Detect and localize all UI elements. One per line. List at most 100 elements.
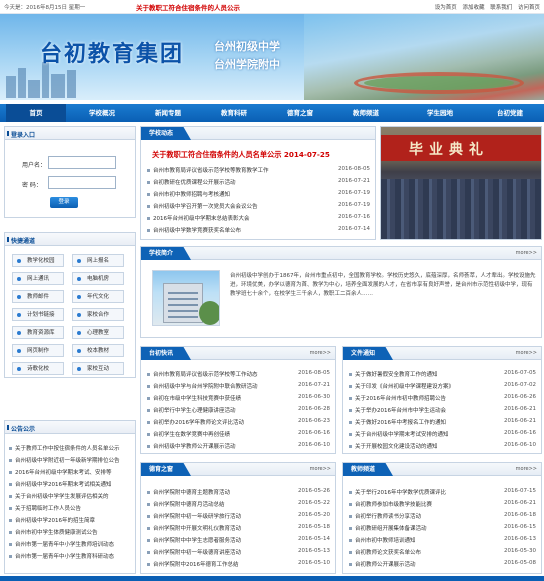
notice-item[interactable]: 台州初级中学2016年期末考试相关通知 [8, 480, 134, 490]
quicklink-3[interactable]: 电脑机房 [72, 272, 124, 285]
add-favorite-link[interactable]: 添加收藏 [462, 5, 484, 11]
notice-item[interactable]: 台州市第一届青年中小学生教育科研动态 [8, 552, 134, 562]
nav-school-overview[interactable]: 学校概况 [72, 104, 132, 122]
quicknews-item[interactable]: 台初举办2016学年教师论文评比活动 2016-06-23 [146, 418, 330, 428]
moral-item[interactable]: 台州学院附中中学生志愿者服务活动 2016-05-14 [146, 536, 330, 546]
login-header: 登录入口 [11, 132, 36, 139]
quicklink-5[interactable]: 年代文化 [72, 290, 124, 303]
moral-header: 德育之窗 [141, 463, 192, 476]
notice-item[interactable]: 台州初级中学2016年的招生简章 [8, 516, 134, 526]
quicknews-item[interactable]: 台州市教育局评议省级示范学校等工作动态 2016-08-05 [146, 370, 330, 380]
quicklink-8[interactable]: 教育资源库 [12, 326, 64, 339]
quicknews-item[interactable]: 台初举行中学生心理健康讲座活动 2016-06-28 [146, 406, 330, 416]
teacher-item[interactable]: 台初举行教师读书分享活动 2016-06-18 [348, 512, 536, 522]
password-input[interactable] [48, 176, 116, 189]
quicklink-6[interactable]: 计划书链接 [12, 308, 64, 321]
nav-moral[interactable]: 德育之窗 [270, 104, 330, 122]
quicknews-header: 台初快讯 [141, 347, 192, 360]
nav-news[interactable]: 新闻专题 [138, 104, 198, 122]
quicklink-9[interactable]: 心理教室 [72, 326, 124, 339]
visit-home-link[interactable]: 访问首页 [518, 5, 540, 11]
moral-item[interactable]: 台州学院附中2016年德育工作总结 2016-05-10 [146, 560, 330, 570]
news-item[interactable]: 台州初级中学召开第一次党员大会会议公告 2016-07-19 [146, 202, 370, 212]
quicknews-item[interactable]: 台初在市级中学生科技竞赛中获佳绩 2016-06-30 [146, 394, 330, 404]
footer-bar [0, 576, 544, 581]
teacher-item[interactable]: 台州市初中教师培训通知 2016-06-13 [348, 536, 536, 546]
notice-item[interactable]: 台州初级中学附近初一年级新学期排位公告 [8, 456, 134, 466]
documents-header: 文件通知 [343, 347, 394, 360]
site-logo-title: 台初教育集团 [40, 42, 185, 67]
quicklink-13[interactable]: 家校互动 [72, 362, 124, 375]
news-item[interactable]: 2016年台州初级中学期末总结表彰大会 2016-07-16 [146, 214, 370, 224]
document-item[interactable]: 关于台州初级中学期末考试安排的通知 2016-06-16 [348, 430, 536, 440]
notice-item[interactable]: 关于招聘临时工作人员公告 [8, 504, 134, 514]
top-notice-link[interactable]: 关于教职工符合住宿条件的人员公示 [136, 2, 240, 12]
school-intro-header: 学校简介 [141, 247, 192, 260]
password-label: 密 码： [22, 182, 42, 189]
notice-item[interactable]: 关于台州初级中学学生发展评估相关的 [8, 492, 134, 502]
login-button[interactable]: 登录 [50, 197, 78, 208]
main-nav: 首页 学校概况 新闻专题 教育科研 德育之窗 教师频道 学生园地 台初党建 [0, 104, 544, 122]
quicklink-1[interactable]: 网上报名 [72, 254, 124, 267]
document-item[interactable]: 关于做好暑假安全教育工作的通知 2016-07-05 [348, 370, 536, 380]
username-label: 用户名： [22, 162, 47, 169]
top-links: 设为首页 添加收藏 联系我们 访问首页 [431, 3, 540, 11]
current-date: 今天是：2016年8月15日 星期一 [4, 5, 86, 11]
teacher-item[interactable]: 台初教师论文获奖名单公布 2016-05-30 [348, 548, 536, 558]
news-item[interactable]: 台州市教育局评议省级示范学校等教育教学工作 2016-08-05 [146, 166, 370, 176]
teacher-item[interactable]: 台初教师公开课展示活动 2016-05-08 [348, 560, 536, 570]
nav-teachers[interactable]: 教师频道 [336, 104, 396, 122]
school-name-2: 台州学院附中 [214, 58, 280, 71]
more-link[interactable]: more>> [516, 350, 537, 356]
document-item[interactable]: 关于开展校园文化建设活动的通知 2016-06-10 [348, 442, 536, 452]
running-track [354, 72, 524, 94]
news-item[interactable]: 台州市初中教师招聘与考核通知 2016-07-19 [146, 190, 370, 200]
nav-party[interactable]: 台初党建 [480, 104, 540, 122]
moral-item[interactable]: 台州学院附中初一年级研学旅行活动 2016-05-20 [146, 512, 330, 522]
document-item[interactable]: 关于做好2016年中考报名工作的通知 2016-06-21 [348, 418, 536, 428]
username-input[interactable] [48, 156, 116, 169]
news-item[interactable]: 台州初级中学数学竞赛获奖名单公布 2016-07-14 [146, 226, 370, 236]
quicknews-item[interactable]: 台州初级中学与台州学院附中联合教研活动 2016-07-21 [146, 382, 330, 392]
teacher-item[interactable]: 台初教研组开展集体备课活动 2016-06-15 [348, 524, 536, 534]
moral-item[interactable]: 台州学院附中开展文明礼仪教育活动 2016-05-18 [146, 524, 330, 534]
quicklink-11[interactable]: 校本教材 [72, 344, 124, 357]
top-bar: 今天是：2016年8月15日 星期一 关于教职工符合住宿条件的人员公示 设为首页… [0, 0, 544, 14]
more-link[interactable]: more>> [310, 466, 331, 472]
teacher-item[interactable]: 台初教师参加市级教学技能比赛 2016-06-21 [348, 500, 536, 510]
quicknews-item[interactable]: 台初学生在数学竞赛中再创佳绩 2016-06-16 [146, 430, 330, 440]
more-link[interactable]: more>> [516, 250, 537, 256]
notice-item[interactable]: 2016年台州初级中学期末考试、安排等 [8, 468, 134, 478]
quicklink-10[interactable]: 网页制作 [12, 344, 64, 357]
nav-research[interactable]: 教育科研 [204, 104, 264, 122]
more-link[interactable]: more>> [516, 466, 537, 472]
set-homepage-link[interactable]: 设为首页 [435, 5, 457, 11]
quicknews-item[interactable]: 台州初级中学教师公开课展示活动 2016-06-10 [146, 442, 330, 452]
document-item[interactable]: 关于举办2016年台州市中学生运动会 2016-06-21 [348, 406, 536, 416]
headline-link[interactable]: 关于教职工符合住宿条件的人员名单公示 2014-07-25 [152, 150, 330, 160]
document-item[interactable]: 关于2016年台州市初中教师招聘公告 2016-06-26 [348, 394, 536, 404]
document-item[interactable]: 关于印发《台州初级中学课程建设方案》 2016-07-02 [348, 382, 536, 392]
school-name-1: 台州初级中学 [214, 40, 280, 53]
nav-home[interactable]: 首页 [6, 104, 66, 122]
nav-students[interactable]: 学生园地 [410, 104, 470, 122]
graduation-photo[interactable]: 毕业典礼 [380, 126, 542, 240]
notice-item[interactable]: 台州市第一届青年中小学生教师培训动态 [8, 540, 134, 550]
moral-item[interactable]: 台州学院附中德育主题教育活动 2016-05-26 [146, 488, 330, 498]
notice-item[interactable]: 台州市初中学生体质健康测试公告 [8, 528, 134, 538]
quicklink-7[interactable]: 家校合作 [72, 308, 124, 321]
notice-item[interactable]: 关于教师工作中按住宿条件的人员名单公示 [8, 444, 134, 454]
news-item[interactable]: 台初教研在优质课程公开展示活动 2016-07-21 [146, 178, 370, 188]
quicklink-0[interactable]: 教学化校园 [12, 254, 64, 267]
contact-us-link[interactable]: 联系我们 [490, 5, 512, 11]
quicklink-2[interactable]: 网上通讯 [12, 272, 64, 285]
more-link[interactable]: more>> [310, 350, 331, 356]
quicklink-4[interactable]: 教师邮件 [12, 290, 64, 303]
moral-item[interactable]: 台州学院附中初一年级德育讲座活动 2016-05-13 [146, 548, 330, 558]
teacher-item[interactable]: 关于举行2016年中学数学优质课评比 2016-07-15 [348, 488, 536, 498]
quicklink-12[interactable]: 诗歌化校 [12, 362, 64, 375]
page-root: 今天是：2016年8月15日 星期一 关于教职工符合住宿条件的人员公示 设为首页… [0, 0, 544, 581]
quicklinks-header: 快捷通道 [11, 238, 36, 245]
notices-header: 公告公示 [11, 426, 36, 433]
moral-item[interactable]: 台州学院附中德育月活动总结 2016-05-22 [146, 500, 330, 510]
